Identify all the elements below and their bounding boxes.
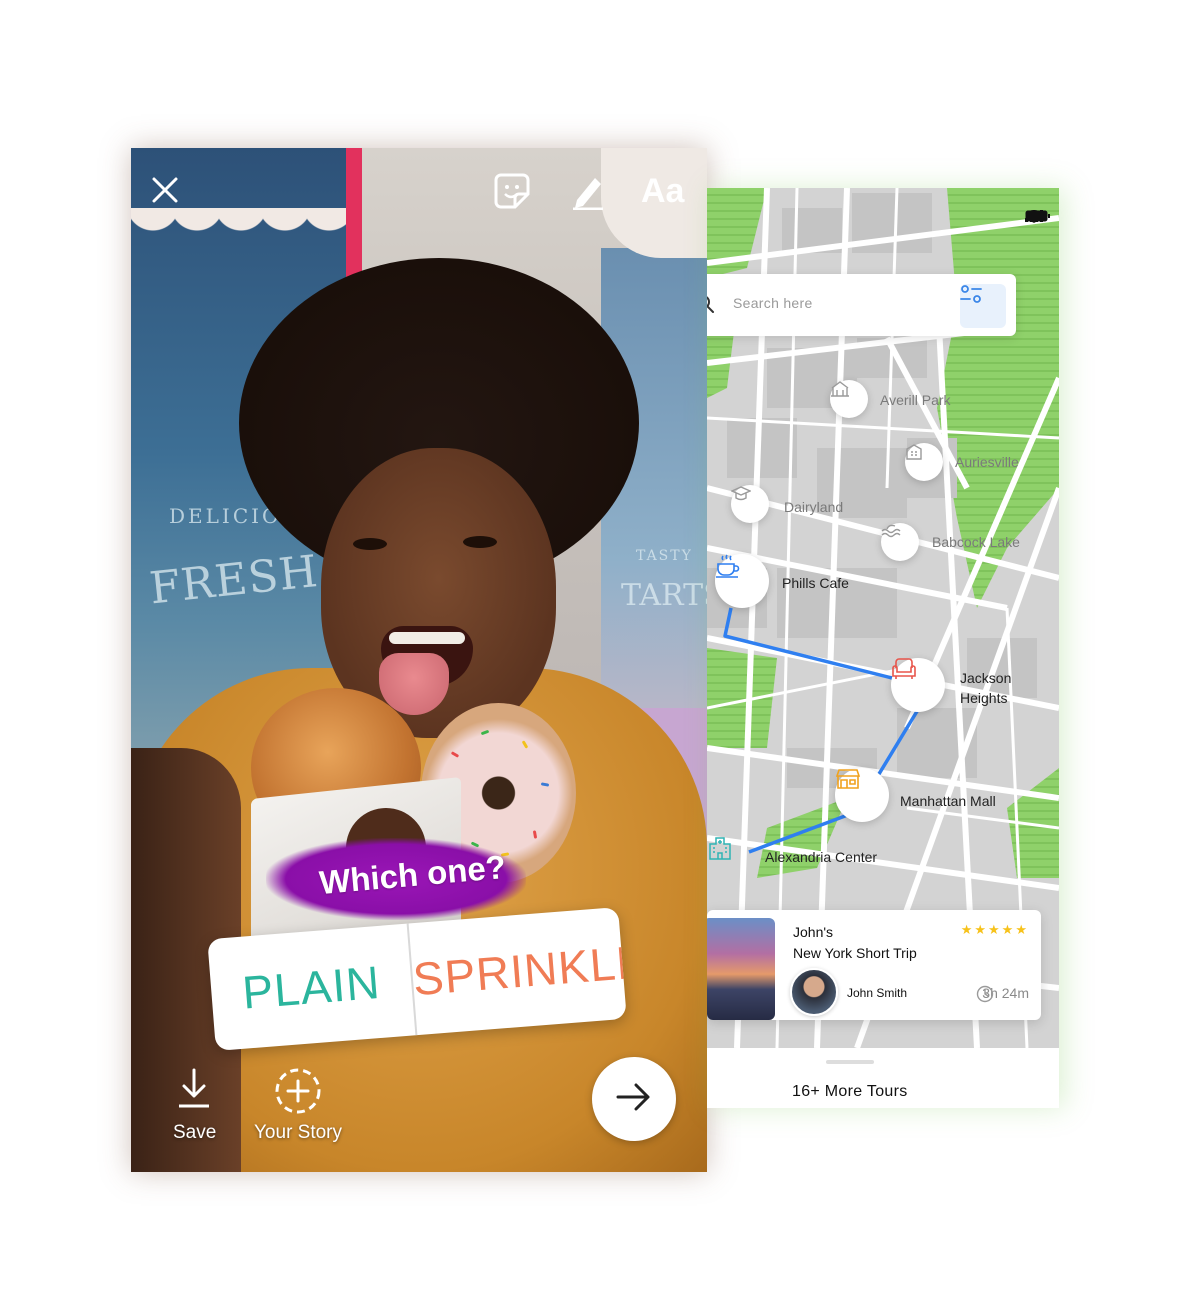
tour-title: New York Short Trip — [793, 945, 917, 961]
place-label: Jackson — [960, 670, 1012, 686]
park-area — [757, 798, 847, 878]
person-teeth — [389, 632, 465, 644]
text-tool-button[interactable]: Aa — [641, 172, 684, 211]
pin-manhattan-mall[interactable] — [835, 768, 889, 822]
pin-jackson-heights[interactable] — [891, 658, 945, 712]
download-icon — [177, 1068, 211, 1115]
sticker-icon[interactable] — [493, 172, 531, 215]
person-eye-right — [463, 536, 497, 548]
story-editor: DELICIO FRESH PIES TASTY TARTS Which one… — [131, 148, 707, 1172]
place-label: Babcock Lake — [932, 534, 1020, 550]
tour-owner: John's — [793, 924, 834, 940]
filter-button[interactable] — [960, 284, 1006, 328]
search-bar[interactable]: Search here — [707, 274, 1016, 336]
search-input[interactable]: Search here — [733, 295, 813, 311]
window-text-delicious: DELICIO — [169, 504, 282, 528]
arrow-right-icon — [616, 1082, 652, 1117]
sprinkle — [480, 729, 490, 736]
save-label: Save — [173, 1122, 217, 1143]
pin-babcock-lake[interactable] — [881, 523, 919, 561]
map-app: Search here Averill Park Auriesville Dai… — [707, 188, 1059, 1108]
map-view[interactable]: Search here Averill Park Auriesville Dai… — [707, 188, 1059, 1048]
more-tours-link[interactable]: 16+ More Tours — [792, 1083, 908, 1101]
close-icon[interactable] — [149, 174, 181, 211]
place-label: Phills Cafe — [782, 575, 849, 591]
tour-thumbnail — [707, 918, 775, 1020]
sprinkle — [540, 782, 550, 787]
background-right-window — [601, 248, 707, 768]
place-label: Manhattan Mall — [900, 793, 996, 809]
window-text-tasty: TASTY — [636, 548, 693, 564]
park-area — [707, 648, 777, 748]
sprinkle — [450, 751, 460, 758]
bottom-sheet[interactable]: 16+ More Tours — [707, 1048, 1059, 1108]
tour-duration: 3h 24m — [976, 985, 1029, 1003]
pin-phills-cafe[interactable] — [715, 554, 769, 608]
next-button[interactable] — [592, 1057, 676, 1141]
pin-alexandria-center[interactable] — [707, 836, 747, 872]
window-text-tarts: TARTS — [621, 578, 707, 613]
your-story-label: Your Story — [254, 1122, 343, 1143]
person-eye-left — [353, 538, 387, 550]
sprinkle — [532, 830, 538, 839]
pin-dairyland[interactable] — [731, 485, 769, 523]
draw-icon[interactable] — [569, 172, 607, 215]
sprinkle — [521, 740, 529, 749]
place-label: Dairyland — [784, 499, 844, 515]
tour-rating: ★★★★★ — [960, 922, 1029, 937]
sheet-handle[interactable] — [826, 1060, 874, 1064]
awning-scallop — [131, 208, 346, 268]
place-label: Auriesville — [955, 454, 1019, 470]
avatar — [790, 968, 838, 1016]
pin-auriesville[interactable] — [905, 443, 943, 481]
add-story-icon — [273, 1066, 323, 1121]
place-label: Averill Park — [880, 392, 951, 408]
poll-option-plain[interactable]: PLAIN — [207, 923, 418, 1051]
tour-card[interactable]: John's New York Short Trip ★★★★★ John Sm… — [707, 910, 1041, 1020]
pin-averill-park[interactable] — [830, 380, 868, 418]
tour-author: John Smith — [847, 986, 908, 1000]
place-label: Alexandria Center — [765, 849, 878, 865]
poll-option-sprinkles[interactable]: SPRINKLES — [409, 907, 627, 1035]
your-story-button[interactable] — [273, 1066, 323, 1116]
place-label: Heights — [960, 690, 1008, 706]
